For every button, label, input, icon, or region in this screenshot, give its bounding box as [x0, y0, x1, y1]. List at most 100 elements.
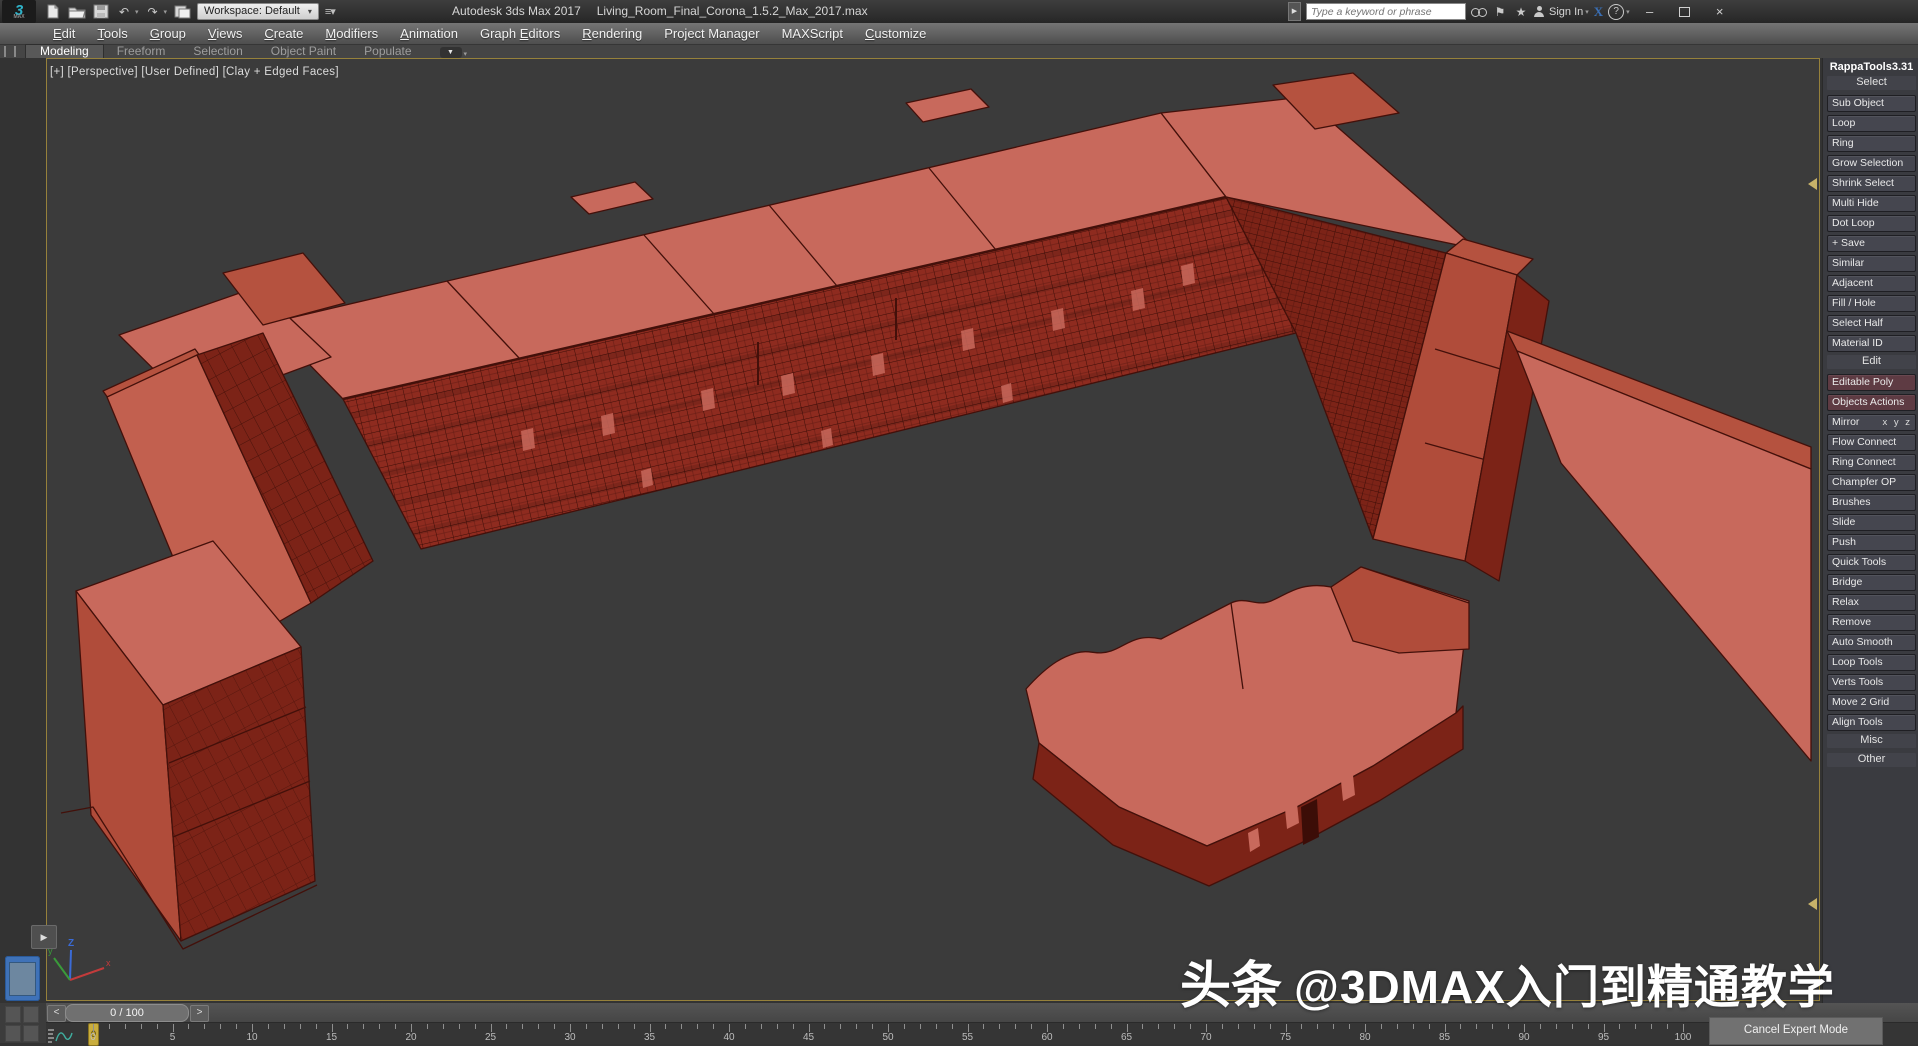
rappatools-button-ring[interactable]: Ring: [1827, 135, 1916, 152]
menu-item-create[interactable]: Create: [253, 26, 314, 41]
ribbon-drag-handle[interactable]: [4, 46, 16, 57]
rappatools-section-edit[interactable]: Edit: [1827, 355, 1916, 369]
rappatools-button-multi-hide[interactable]: Multi Hide: [1827, 195, 1916, 212]
ruler-tick: [1476, 1024, 1478, 1029]
rappatools-section-other[interactable]: Other: [1827, 753, 1916, 767]
sign-in-user-icon[interactable]: [1534, 5, 1544, 18]
project-folder-icon[interactable]: [173, 4, 191, 19]
ribbon-tab-populate[interactable]: Populate: [350, 45, 425, 58]
save-icon[interactable]: [92, 4, 110, 19]
rappatools-button-verts-tools[interactable]: Verts Tools: [1827, 674, 1916, 691]
ribbon-tab-object-paint[interactable]: Object Paint: [257, 45, 350, 58]
ribbon-tab-modeling[interactable]: Modeling: [25, 44, 104, 59]
close-button[interactable]: ×: [1705, 3, 1735, 21]
menu-item-graph-editors[interactable]: Graph Editors: [469, 26, 571, 41]
rappatools-button-fill-hole[interactable]: Fill / Hole: [1827, 295, 1916, 312]
rappatools-section-misc[interactable]: Misc: [1827, 734, 1916, 748]
exchange-apps-icon[interactable]: X: [1594, 4, 1603, 20]
rappatools-button-ring-connect[interactable]: Ring Connect: [1827, 454, 1916, 471]
menu-item-project-manager[interactable]: Project Manager: [653, 26, 770, 41]
sign-in-button[interactable]: Sign In: [1549, 6, 1583, 18]
rappatools-button-editable-poly[interactable]: Editable Poly: [1827, 374, 1916, 391]
redo-dropdown-icon[interactable]: ▾: [164, 8, 168, 16]
rappatools-button-adjacent[interactable]: Adjacent: [1827, 275, 1916, 292]
menu-item-tools[interactable]: Tools: [86, 26, 138, 41]
workspace-dropdown[interactable]: Workspace: Default ▾: [197, 3, 319, 20]
rappatools-button-mirror[interactable]: Mirror x y z: [1827, 414, 1916, 431]
rappatools-button-select-half[interactable]: Select Half: [1827, 315, 1916, 332]
cancel-expert-mode-button[interactable]: Cancel Expert Mode: [1709, 1017, 1883, 1045]
help-dropdown-icon[interactable]: ▾: [1626, 8, 1630, 16]
ribbon-minimize-icon[interactable]: ▼: [439, 47, 462, 58]
rappatools-button-push[interactable]: Push: [1827, 534, 1916, 551]
redo-icon[interactable]: ↷: [145, 5, 161, 19]
new-file-icon[interactable]: [44, 4, 62, 19]
rappatools-button-objects-actions[interactable]: Objects Actions: [1827, 394, 1916, 411]
ribbon-tab-selection[interactable]: Selection: [179, 45, 256, 58]
rappatools-mirror-axes[interactable]: x y z: [1882, 415, 1912, 430]
minimize-button[interactable]: –: [1635, 3, 1665, 21]
ribbon-tab-freeform[interactable]: Freeform: [103, 45, 180, 58]
show-panel-arrow-button[interactable]: ▶: [31, 925, 57, 949]
viewport-label[interactable]: [+] [Perspective] [User Defined] [Clay +…: [50, 66, 339, 78]
menu-item-animation[interactable]: Animation: [389, 26, 469, 41]
rappatools-button-loop-tools[interactable]: Loop Tools: [1827, 654, 1916, 671]
timeline-ruler[interactable]: 0 0 5 10 15 20 25 30 35 40 45 50 55 60 65 70 75 80 85 90 95…: [46, 1022, 1918, 1046]
rappatools-button-remove[interactable]: Remove: [1827, 614, 1916, 631]
rappatools-button-quick-tools[interactable]: Quick Tools: [1827, 554, 1916, 571]
viewport-layout-tab-active[interactable]: [5, 956, 40, 1001]
sign-in-dropdown-icon[interactable]: ▾: [1585, 8, 1589, 16]
rappatools-button-champfer-op[interactable]: Champfer OP: [1827, 474, 1916, 491]
search-input[interactable]: [1306, 3, 1466, 20]
open-file-icon[interactable]: [68, 4, 86, 19]
viewport-3d-scene[interactable]: [46, 58, 1820, 1001]
rappatools-button-flow-connect[interactable]: Flow Connect: [1827, 434, 1916, 451]
rappatools-button-dot-loop[interactable]: Dot Loop: [1827, 215, 1916, 232]
ruler-tick: [1126, 1024, 1128, 1032]
communication-center-icon[interactable]: ⚑: [1492, 5, 1508, 19]
rappatools-button-auto-smooth[interactable]: Auto Smooth: [1827, 634, 1916, 651]
rappatools-button-move-2-grid[interactable]: Move 2 Grid: [1827, 694, 1916, 711]
menu-item-modifiers[interactable]: Modifiers: [314, 26, 389, 41]
mini-curve-editor-icon[interactable]: [47, 1028, 73, 1043]
rappatools-button-loop[interactable]: Loop: [1827, 115, 1916, 132]
rappatools-button-align-tools[interactable]: Align Tools: [1827, 714, 1916, 731]
menu-item-views[interactable]: Views: [197, 26, 253, 41]
undo-icon[interactable]: ↶: [116, 5, 132, 19]
menu-item-edit[interactable]: Edit: [42, 26, 86, 41]
time-slider-field[interactable]: 0 / 100: [65, 1004, 189, 1022]
menu-item-rendering[interactable]: Rendering: [571, 26, 653, 41]
search-toggle-icon[interactable]: ▶: [1288, 2, 1301, 21]
panel-collapse-arrow-icon[interactable]: [1808, 178, 1817, 190]
menu-item-customize[interactable]: Customize: [854, 26, 937, 41]
panel-collapse-arrow-icon[interactable]: [1808, 898, 1817, 910]
rappatools-button-slide[interactable]: Slide: [1827, 514, 1916, 531]
rappatools-button-similar[interactable]: Similar: [1827, 255, 1916, 272]
menu-item-maxscript[interactable]: MAXScript: [771, 26, 854, 41]
help-icon[interactable]: ?: [1608, 3, 1625, 20]
previous-frame-button[interactable]: <: [47, 1005, 66, 1022]
viewport-layout-grid-icon[interactable]: [5, 1006, 40, 1043]
rappatools-button-relax[interactable]: Relax: [1827, 594, 1916, 611]
perspective-viewport[interactable]: [46, 58, 1820, 1001]
toolbar-overflow-icon[interactable]: ≡▾: [325, 5, 336, 18]
rappatools-section-select[interactable]: Select: [1827, 76, 1916, 90]
ruler-tick: [1365, 1024, 1366, 1032]
restore-button[interactable]: [1670, 3, 1700, 21]
search-icon[interactable]: [1471, 6, 1487, 18]
favorites-star-icon[interactable]: ★: [1513, 5, 1529, 19]
app-logo-3dsmax-icon[interactable]: 3 MAX: [2, 0, 36, 23]
menu-item-group[interactable]: Group: [139, 26, 197, 41]
ribbon-minimize-caret-icon[interactable]: ▾: [464, 50, 468, 58]
undo-dropdown-icon[interactable]: ▾: [135, 8, 139, 16]
rappatools-button-brushes[interactable]: Brushes: [1827, 494, 1916, 511]
next-frame-button[interactable]: >: [190, 1005, 209, 1022]
rappatools-button-shrink-select[interactable]: Shrink Select: [1827, 175, 1916, 192]
rappatools-button-bridge[interactable]: Bridge: [1827, 574, 1916, 591]
rappatools-button-sub-object[interactable]: Sub Object: [1827, 95, 1916, 112]
rappatools-button-save[interactable]: + Save: [1827, 235, 1916, 252]
rappatools-button-grow-selection[interactable]: Grow Selection: [1827, 155, 1916, 172]
ruler-tick: [172, 1024, 174, 1032]
ruler-tick: [665, 1024, 667, 1029]
rappatools-button-material-id[interactable]: Material ID: [1827, 335, 1916, 352]
